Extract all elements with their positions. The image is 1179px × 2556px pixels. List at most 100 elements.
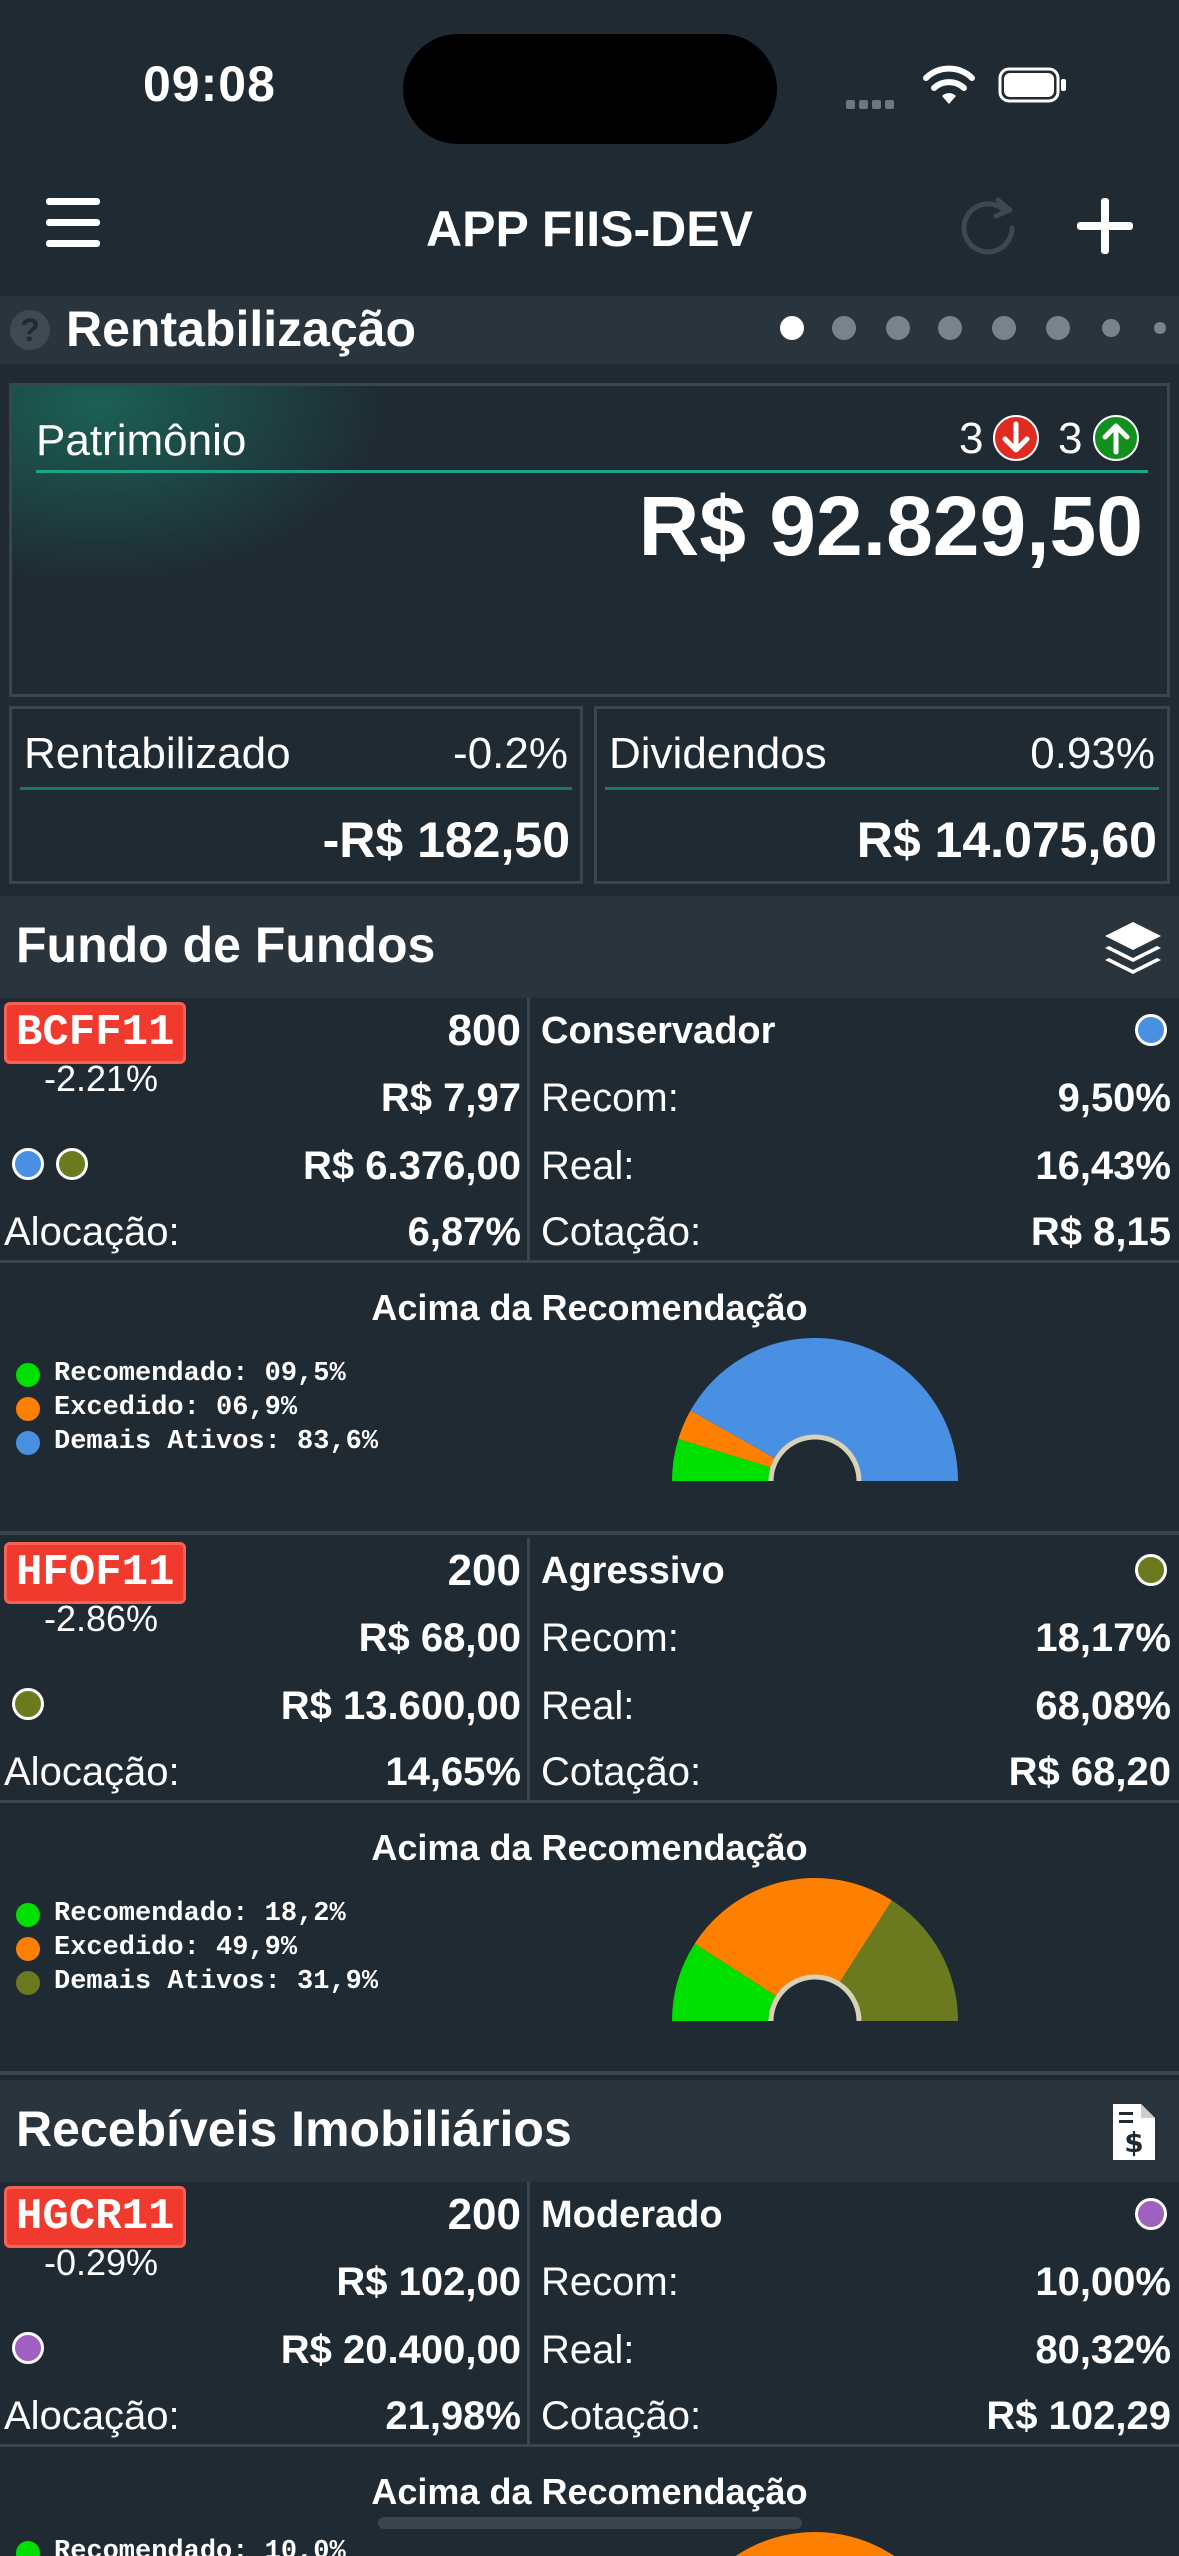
profile-name: Agressivo	[541, 1550, 725, 1592]
alocacao-label: Alocação:	[4, 2394, 180, 2438]
rentabilizado-card: Rentabilizado -0.2% -R$ 182,50	[9, 706, 583, 884]
recom-value: 9,50%	[1057, 1076, 1171, 1120]
chart-legend: Recomendado: 09,5% Excedido: 06,9% Demai…	[16, 1357, 378, 1459]
page-dot[interactable]	[1102, 319, 1120, 337]
home-indicator[interactable]	[378, 2517, 802, 2529]
patrimonio-label: Patrimônio	[36, 416, 247, 465]
rentabilizado-pct: -0.2%	[453, 729, 568, 778]
ticker-badge[interactable]: BCFF11	[4, 1002, 187, 1064]
fund-divider	[0, 1260, 1179, 1263]
real-label: Real:	[541, 2328, 635, 2372]
page-dot[interactable]	[886, 316, 910, 340]
fund-divider	[0, 1800, 1179, 1803]
profile-dot	[1135, 1554, 1167, 1586]
legend-item-recomendado: Recomendado: 10,0%	[16, 2535, 346, 2556]
arrow-up-icon	[1093, 415, 1139, 461]
patrimonio-card: Patrimônio 3 3 R$ 92.829,50	[9, 383, 1170, 697]
battery-icon	[998, 67, 1066, 103]
help-icon[interactable]: ?	[10, 310, 50, 350]
add-icon[interactable]	[1073, 194, 1137, 258]
dividendos-card: Dividendos 0.93% R$ 14.075,60	[594, 706, 1170, 884]
fund-change: -0.29%	[44, 2242, 159, 2283]
fund-summary: HFOF11 -2.86% 200 R$ 68,00 R$ 13.600,00 …	[0, 1538, 530, 1802]
recom-label: Recom:	[541, 2260, 679, 2304]
category-recebiveis-imobiliarios[interactable]: Recebíveis Imobiliários $	[0, 2080, 1179, 2182]
ticker-badge[interactable]: HFOF11	[4, 1542, 187, 1604]
fund-profile: Moderado Recom: 10,00% Real: 80,32% Cota…	[533, 2182, 1179, 2446]
status-bar: 09:08	[0, 0, 1179, 170]
real-value: 68,08%	[1035, 1684, 1171, 1728]
alocacao-label: Alocação:	[4, 1210, 180, 1254]
real-label: Real:	[541, 1144, 635, 1188]
arrow-down-icon	[993, 415, 1039, 461]
real-value: 80,32%	[1035, 2328, 1171, 2372]
category-title: Fundo de Fundos	[16, 917, 436, 973]
real-label: Real:	[541, 1684, 635, 1728]
legend-item-recomendado: Recomendado: 18,2%	[16, 1897, 378, 1931]
ticker-badge[interactable]: HGCR11	[4, 2186, 187, 2248]
legend-item-excedido: Excedido: 49,9%	[16, 1931, 378, 1965]
page-dot[interactable]	[938, 316, 962, 340]
rentabilizado-divider	[20, 787, 572, 790]
recommendation-chart: Acima da Recomendação Recomendado: 09,5%…	[0, 1265, 1179, 1535]
fund-allocation: 14,65%	[385, 1750, 521, 1794]
refresh-icon[interactable]	[954, 190, 1024, 260]
recom-label: Recom:	[541, 1616, 679, 1660]
gauge-slice-excedido	[735, 2532, 895, 2556]
page-dot[interactable]	[1154, 322, 1166, 334]
card-glow	[12, 386, 392, 586]
fund-change: -2.86%	[44, 1598, 159, 1639]
dividendos-label: Dividendos	[609, 729, 827, 778]
fund-row[interactable]: HGCR11 -0.29% 200 R$ 102,00 R$ 20.400,00…	[0, 2182, 1179, 2447]
chart-title: Acima da Recomendação	[371, 2471, 808, 2512]
segment-dot	[12, 2332, 44, 2364]
half-donut-chart	[672, 1878, 958, 2022]
fund-price: R$ 7,97	[380, 1076, 521, 1120]
fund-qty: 800	[447, 1006, 521, 1055]
fund-row[interactable]: BCFF11 -2.21% 800 R$ 7,97 R$ 6.376,00 Al…	[0, 998, 1179, 1263]
fund-total: R$ 20.400,00	[280, 2328, 521, 2372]
fund-allocation: 6,87%	[407, 1210, 521, 1254]
segment-dot	[12, 1148, 44, 1180]
cellular-signal-icon	[846, 96, 906, 109]
legend-item-demais: Demais Ativos: 83,6%	[16, 1425, 378, 1459]
layers-icon[interactable]	[1101, 916, 1165, 980]
page-dot[interactable]	[1046, 316, 1070, 340]
legend-item-recomendado: Recomendado: 09,5%	[16, 1357, 378, 1391]
profile-name: Conservador	[541, 1010, 776, 1052]
page-dot-active[interactable]	[780, 316, 804, 340]
document-dollar-icon[interactable]: $	[1101, 2100, 1165, 2164]
legend-item-excedido: Excedido: 06,9%	[16, 1391, 378, 1425]
half-donut-chart	[735, 2532, 895, 2556]
recommendation-chart: Acima da Recomendação Recomendado: 18,2%…	[0, 1805, 1179, 2075]
real-value: 16,43%	[1035, 1144, 1171, 1188]
cotacao-value: R$ 68,20	[1008, 1750, 1171, 1794]
fund-allocation: 21,98%	[385, 2394, 521, 2438]
svg-text:$: $	[1124, 2126, 1143, 2159]
chart-legend: Recomendado: 18,2% Excedido: 49,9% Demai…	[16, 1897, 378, 1999]
fund-qty: 200	[447, 2190, 521, 2239]
dividendos-value: R$ 14.075,60	[856, 812, 1157, 868]
chart-title: Acima da Recomendação	[371, 1827, 808, 1868]
dynamic-island	[403, 34, 777, 144]
status-time: 09:08	[143, 56, 276, 112]
dividendos-pct: 0.93%	[1030, 729, 1155, 778]
fund-row[interactable]: HFOF11 -2.86% 200 R$ 68,00 R$ 13.600,00 …	[0, 1538, 1179, 1803]
cotacao-label: Cotação:	[541, 1750, 702, 1794]
section-title: Rentabilização	[66, 301, 417, 357]
page-dot[interactable]	[992, 316, 1016, 340]
down-count: 3	[959, 414, 984, 463]
cotacao-label: Cotação:	[541, 1210, 702, 1254]
profile-dot	[1135, 2198, 1167, 2230]
segment-dot	[56, 1148, 88, 1180]
rentabilizado-value: -R$ 182,50	[322, 812, 570, 868]
fund-price: R$ 68,00	[358, 1616, 521, 1660]
dividendos-divider	[605, 787, 1159, 790]
recommendation-chart: Acima da Recomendação Recomendado: 10,0%	[0, 2449, 1179, 2556]
fund-summary: HGCR11 -0.29% 200 R$ 102,00 R$ 20.400,00…	[0, 2182, 530, 2446]
fund-total: R$ 6.376,00	[303, 1144, 521, 1188]
profile-dot	[1135, 1014, 1167, 1046]
category-fundo-de-fundos[interactable]: Fundo de Fundos	[0, 896, 1179, 998]
page-dot[interactable]	[832, 316, 856, 340]
category-title: Recebíveis Imobiliários	[16, 2101, 572, 2157]
